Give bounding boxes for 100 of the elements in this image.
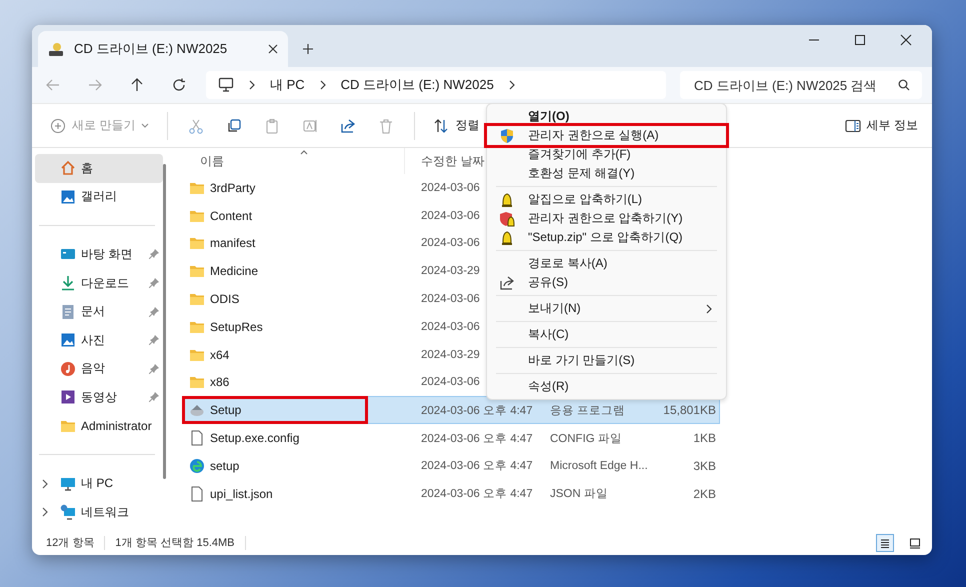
chevron-icon[interactable] (41, 478, 49, 489)
file-row[interactable]: setup 2024-03-06 오후 4:47 Microsoft Edge H... 3KB (184, 452, 720, 480)
sidebar-item[interactable]: 내 PC (35, 469, 163, 498)
date-text: 2024-03-06 오후 4:47 (421, 460, 533, 472)
sidebar-item[interactable]: 동영상 (35, 383, 163, 412)
up-arrow-icon[interactable] (130, 78, 144, 92)
menu-item[interactable]: 바로 가기 만들기(S) (490, 351, 723, 370)
bell-icon (499, 192, 515, 208)
picture-icon (60, 332, 76, 348)
picture-icon (60, 188, 76, 205)
sidebar-item[interactable]: 문서 (35, 297, 163, 326)
search-field[interactable]: CD 드라이브 (E:) NW2025 검색 (680, 71, 922, 99)
menu-item[interactable]: "Setup.zip" 으로 압축하기(Q) (490, 228, 723, 247)
chevron-icon (318, 80, 327, 90)
panel-icon (844, 118, 861, 132)
sidebar-item[interactable]: 사진 (35, 326, 163, 355)
date-text: 2024-03-29 (421, 348, 480, 361)
caret-icon (141, 122, 150, 128)
sidebar-item[interactable]: 음악 (35, 354, 163, 384)
sidebar-item[interactable]: 갤러리 (35, 182, 163, 212)
copy-icon[interactable] (226, 118, 242, 134)
shield-icon (499, 210, 515, 226)
file-name: 3rdParty (210, 180, 256, 195)
chevron-icon[interactable] (41, 507, 49, 518)
sidebar-item[interactable]: 바탕 화면 (35, 240, 163, 269)
file-name: manifest (210, 236, 256, 250)
address-bar[interactable]: 내 PC CD 드라이브 (E:) NW2025 (206, 71, 666, 99)
window-tab[interactable]: CD 드라이브 (E:) NW2025 (38, 31, 288, 67)
cut-icon[interactable] (188, 118, 204, 134)
menu-item[interactable]: 보내기(N) (490, 299, 723, 318)
date-text: 2024-03-06 오후 4:47 (421, 432, 533, 445)
date-text: 2024-03-06 (421, 182, 480, 194)
menu-item[interactable]: 관리자 권한으로 압축하기(Y) (490, 209, 723, 228)
refresh-icon[interactable] (172, 78, 186, 92)
drive-icon (48, 41, 64, 57)
date-text: 2024-03-06 오후 4:47 (421, 488, 533, 500)
date-text: 2024-03-06 (421, 293, 480, 306)
close-icon[interactable] (900, 34, 912, 46)
house-icon (60, 160, 76, 176)
size-text: 15,801KB (663, 403, 716, 418)
breadcrumb[interactable]: 내 PC (270, 76, 305, 94)
sidebar-item[interactable]: 홈 (35, 154, 163, 183)
file-name: ODIS (210, 292, 240, 306)
file-name: x86 (210, 375, 230, 390)
menu-item[interactable]: 속성(R) (490, 377, 723, 396)
file-row[interactable]: Setup.exe.config 2024-03-06 오후 4:47 CONFIG 파일 1KB (184, 424, 720, 452)
type-text: JSON 파일 (550, 488, 608, 500)
file-name: Setup.exe.config (210, 431, 300, 446)
share-icon (499, 274, 515, 290)
document-icon (60, 304, 76, 320)
sidebar-item[interactable]: 다운로드 (35, 268, 163, 298)
menu-item[interactable]: 알집으로 압축하기(L) (490, 190, 723, 209)
plus-icon[interactable] (302, 43, 314, 55)
folder-icon (189, 374, 205, 390)
menu-item[interactable]: 관리자 권한으로 실행(A) (487, 126, 726, 145)
date-text: 2024-03-06 (421, 237, 480, 250)
folder-icon (189, 291, 205, 308)
menu-item[interactable]: 공유(S) (490, 273, 723, 292)
browser-icon (189, 458, 205, 474)
monitor-icon (218, 77, 234, 93)
file-row[interactable]: Setup 2024-03-06 오후 4:47 응용 프로그램 15,801KB (184, 396, 720, 424)
file-name: x64 (210, 348, 230, 362)
menu-item[interactable]: 열기(O) (490, 107, 723, 126)
type-text: CONFIG 파일 (550, 432, 622, 445)
file-name: SetupRes (210, 320, 263, 334)
view-button[interactable] (876, 534, 894, 552)
network-icon (60, 504, 76, 520)
details-pane-button[interactable]: 세부 정보 (838, 113, 924, 138)
file-name: setup (210, 458, 240, 473)
file-row[interactable]: upi_list.json 2024-03-06 오후 4:47 JSON 파일 2KB (184, 480, 720, 508)
sort-arrows-icon (433, 118, 450, 134)
file-name: Medicine (210, 264, 258, 278)
size-text: 3KB (693, 458, 716, 473)
date-text: 2024-03-29 (421, 265, 480, 278)
menu-item[interactable]: 즐겨찾기에 추가(F) (490, 145, 723, 164)
menu-item[interactable]: 경로로 복사(A) (490, 254, 723, 273)
column-header[interactable]: 수정한 날짜 (404, 148, 484, 174)
file-icon (189, 430, 205, 446)
monitor-icon (60, 476, 76, 492)
item-count: 12개 항목 (46, 536, 94, 550)
menu-item[interactable]: 복사(C) (490, 325, 723, 344)
type-text: 응용 프로그램 (550, 404, 626, 417)
scrollbar[interactable] (163, 164, 166, 479)
sidebar-item[interactable]: 네트워크 (35, 498, 163, 527)
installer-icon (189, 402, 205, 418)
date-text: 2024-03-06 (421, 210, 480, 222)
share-icon[interactable] (340, 118, 356, 134)
maximize-icon[interactable] (854, 34, 866, 46)
sidebar-item[interactable]: Administrator (35, 412, 163, 440)
breadcrumb[interactable]: CD 드라이브 (E:) NW2025 (340, 76, 494, 94)
menu-item[interactable]: 호환성 문제 해결(Y) (490, 164, 723, 183)
column-header[interactable]: 이름 (184, 148, 404, 174)
size-text: 2KB (693, 486, 716, 501)
file-name: upi_list.json (210, 486, 273, 501)
close-icon[interactable] (268, 44, 278, 54)
date-text: 2024-03-06 오후 4:47 (421, 404, 533, 417)
chevron-icon (248, 80, 256, 90)
folder-icon (189, 235, 205, 252)
sort-button[interactable]: 정렬 (427, 113, 486, 138)
download-icon (60, 275, 76, 292)
